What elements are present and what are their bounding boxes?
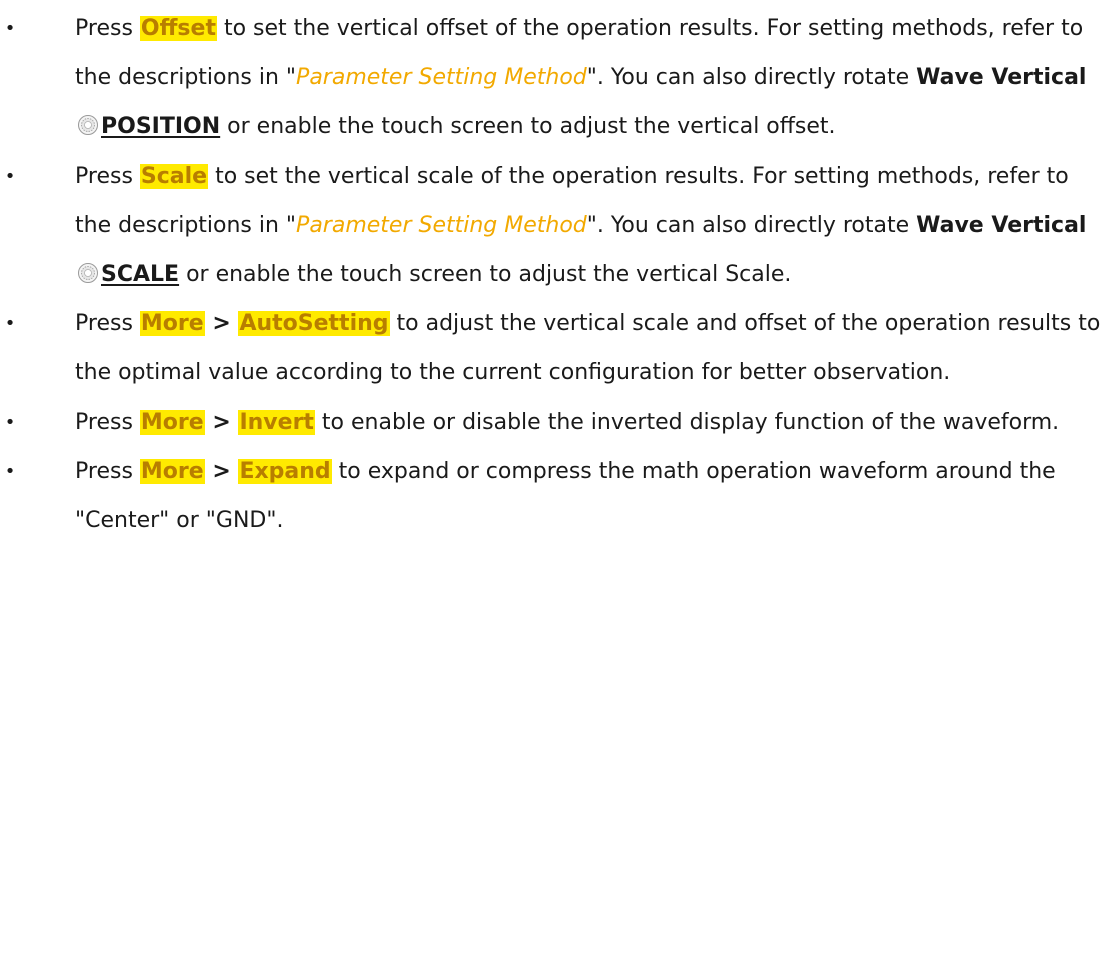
menu-separator: > <box>204 409 239 435</box>
menu-key-more: More <box>139 409 205 435</box>
knob-label-scale: SCALE <box>101 262 180 288</box>
link-parameter-setting-method[interactable]: Parameter Setting Method <box>296 65 587 90</box>
menu-separator: > <box>204 311 239 337</box>
menu-key-expand: Expand <box>238 458 332 484</box>
bullet: • <box>4 18 16 39</box>
list-item-invert: • Press More > Invert to enable or disab… <box>0 398 1109 447</box>
menu-key-autosetting: AutoSetting <box>238 311 390 337</box>
menu-key-scale: Scale <box>139 163 209 189</box>
list-item-expand: • Press More > Expand to expand or compr… <box>0 447 1109 545</box>
control-wave-vertical: Wave Vertical <box>916 65 1087 91</box>
menu-key-more: More <box>139 311 205 337</box>
menu-key-more: More <box>139 458 205 484</box>
menu-separator: > <box>204 458 239 484</box>
bullet: • <box>4 313 16 335</box>
document-body: • Press Offset to set the vertical offse… <box>0 0 1114 545</box>
list-item-autosetting: • Press More > AutoSetting to adjust the… <box>0 299 1109 397</box>
menu-key-offset: Offset <box>139 16 217 41</box>
menu-key-invert: Invert <box>238 409 315 435</box>
knob-label-position: POSITION <box>101 114 221 140</box>
list-item-offset: • Press Offset to set the vertical offse… <box>0 4 1109 152</box>
bullet: • <box>4 460 16 482</box>
bullet: • <box>4 165 16 187</box>
knob-icon <box>78 115 98 136</box>
list-item-scale: • Press Scale to set the vertical scale … <box>0 152 1109 300</box>
link-parameter-setting-method[interactable]: Parameter Setting Method <box>296 213 587 238</box>
bullet: • <box>4 411 16 433</box>
control-wave-vertical: Wave Vertical <box>916 212 1087 238</box>
knob-icon <box>78 263 98 284</box>
